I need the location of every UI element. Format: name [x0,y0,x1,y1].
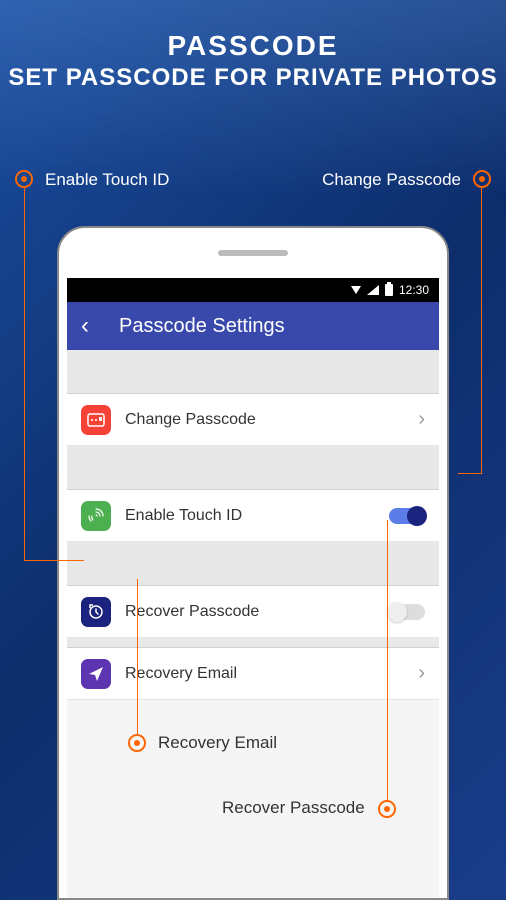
recover-passcode-row[interactable]: Recover Passcode [67,586,439,638]
app-header: ‹ Passcode Settings [67,302,439,350]
enable-touchid-row[interactable]: Enable Touch ID [67,490,439,542]
promo-subtitle: SET PASSCODE FOR PRIVATE PHOTOS [0,64,506,92]
callout-recover-passcode: Recover Passcode [222,798,365,818]
back-icon[interactable]: ‹ [81,312,89,340]
app-title: Passcode Settings [119,315,285,338]
callout-dot-icon [473,170,491,188]
recover-passcode-label: Recover Passcode [125,603,389,621]
status-time: 12:30 [399,283,429,297]
section-spacer [67,446,439,490]
section-spacer [67,542,439,586]
recover-icon [81,597,111,627]
send-icon [81,659,111,689]
callout-line [24,560,84,561]
signal-icon [367,285,379,295]
change-passcode-label: Change Passcode [125,411,418,429]
callout-line [458,473,482,474]
callout-enable-touchid: Enable Touch ID [45,170,169,190]
battery-icon [385,284,393,296]
callout-dot-icon [128,734,146,752]
enable-touchid-label: Enable Touch ID [125,507,389,525]
callout-line [24,188,25,560]
fingerprint-icon [81,501,111,531]
section-spacer [67,638,439,648]
callout-line [137,579,138,734]
promo-header: PASSCODE SET PASSCODE FOR PRIVATE PHOTOS [0,0,506,92]
passcode-icon [81,405,111,435]
callout-dot-icon [378,800,396,818]
chevron-right-icon: › [418,662,425,685]
section-spacer [67,350,439,394]
callout-line [481,188,482,473]
phone-speaker [218,250,288,256]
callout-change-passcode: Change Passcode [322,170,461,190]
recovery-email-row[interactable]: Recovery Email › [67,648,439,700]
recover-toggle[interactable] [389,604,425,620]
chevron-right-icon: › [418,408,425,431]
callout-line [387,520,388,800]
touchid-toggle[interactable] [389,508,425,524]
dropdown-icon [351,286,361,294]
recovery-email-label: Recovery Email [125,665,418,683]
change-passcode-row[interactable]: Change Passcode › [67,394,439,446]
promo-title: PASSCODE [0,30,506,62]
callout-dot-icon [15,170,33,188]
callout-recovery-email: Recovery Email [158,733,277,753]
android-status-bar: 12:30 [67,278,439,302]
